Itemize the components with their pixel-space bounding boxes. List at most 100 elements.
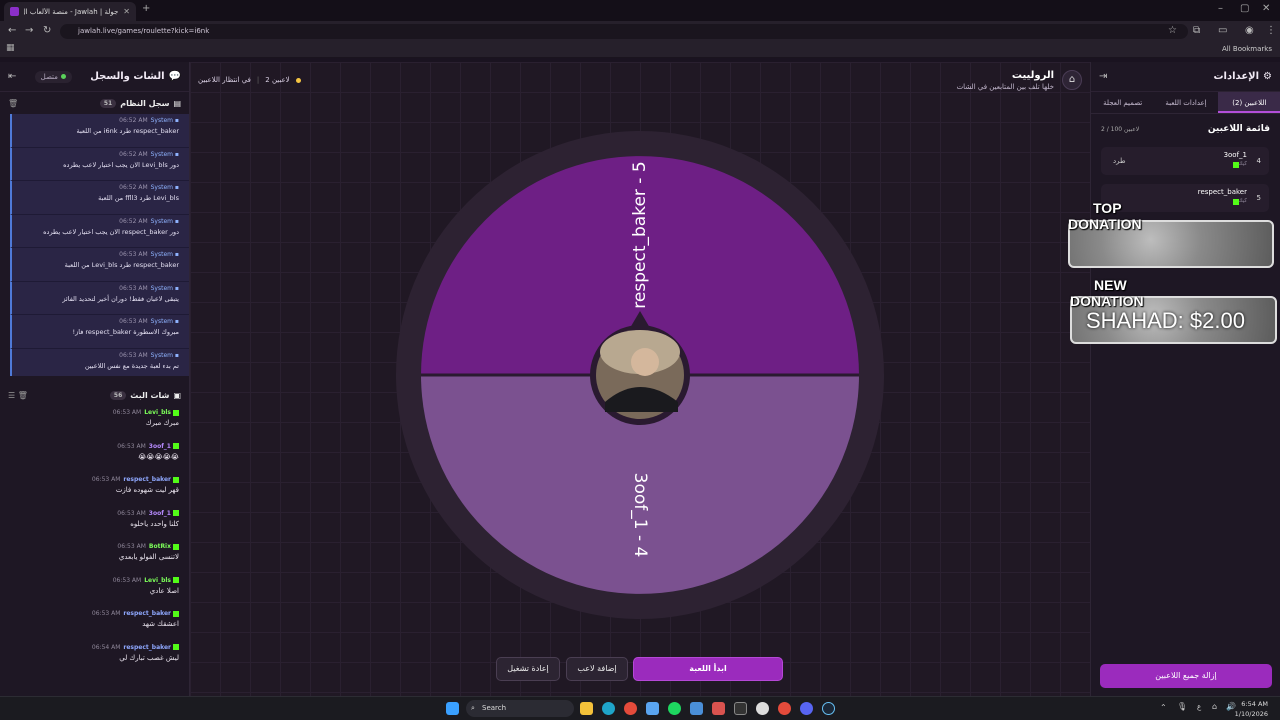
- kick-badge-icon: [173, 510, 179, 516]
- system-icon: ▪: [174, 184, 179, 191]
- player-row[interactable]: 5 respect_baker كيك: [1101, 184, 1269, 212]
- spotify-icon[interactable]: [668, 702, 681, 715]
- top-donation-label: TOP: [1093, 200, 1122, 216]
- settings-panel: ⇥ الإعدادات ⚙ اللاعبين (2) إعدادات اللعبة…: [1090, 62, 1280, 696]
- chat-time: 06:53 AM: [117, 442, 146, 450]
- tab-wheel-design[interactable]: تصميم العجلة: [1091, 92, 1154, 113]
- add-player-button[interactable]: إضافة لاعب: [566, 657, 628, 681]
- chat-message: 06:53 AM BotRix لاتنسى الفولو يابعدي: [10, 540, 179, 574]
- forward-icon[interactable]: →: [25, 25, 33, 36]
- browser-tab[interactable]: جولة | Jawlah - منصة الألعاب ال... ✕: [4, 2, 136, 21]
- trash-icon[interactable]: 🗑: [8, 99, 18, 108]
- system-log-item: 06:52 AM System ▪ Levi_bls طرد ffll3 من ال…: [10, 181, 189, 215]
- roulette-wheel[interactable]: respect_baker - 5 3oof_1 - 4: [190, 62, 1090, 696]
- obs-icon[interactable]: [756, 702, 769, 715]
- system-log-list[interactable]: 06:52 AM System ▪ respect_baker طرد i6nk م…: [0, 114, 189, 376]
- player-row[interactable]: 4 3oof_1 كيك طرد: [1101, 147, 1269, 175]
- minimize-icon[interactable]: –: [1218, 3, 1223, 14]
- chat-text: كلنا واحدد ياخلوه: [130, 519, 179, 528]
- tab-game-settings[interactable]: إعدادات اللعبة: [1154, 92, 1217, 113]
- menu-icon[interactable]: ⋮: [1266, 25, 1276, 36]
- chrome-icon[interactable]: [624, 702, 637, 715]
- maximize-icon[interactable]: ▢: [1240, 3, 1249, 14]
- collapse-left-icon[interactable]: ⇤: [8, 71, 16, 82]
- trash-icon[interactable]: 🗑: [18, 391, 28, 400]
- gear-icon: ⚙: [1263, 71, 1272, 82]
- chat-icon: 💬: [168, 71, 181, 82]
- kick-badge-icon: [173, 543, 179, 550]
- profile-icon[interactable]: ◉: [1245, 25, 1254, 36]
- live-chat-list[interactable]: 06:53 AM Levi_bls مبرك مبرك 06:53 AM 3oof_1 😭…: [0, 406, 189, 674]
- app-icon[interactable]: [690, 702, 703, 715]
- reload-icon[interactable]: ↻: [43, 25, 51, 36]
- tray-chevron-icon[interactable]: ⌃: [1160, 703, 1167, 712]
- close-window-icon[interactable]: ✕: [1262, 3, 1270, 14]
- kick-logo-icon: [1233, 162, 1239, 168]
- bookmark-star-icon[interactable]: ☆: [1168, 25, 1177, 36]
- chat-username[interactable]: respect_baker: [123, 610, 171, 617]
- apps-icon[interactable]: ▦: [6, 43, 15, 53]
- start-game-button[interactable]: ابدأ اللعبة: [633, 657, 783, 681]
- mic-icon[interactable]: 🎙: [1177, 702, 1187, 711]
- chat-log-panel: ⇤ متصل الشات والسجل 💬 🗑 51 سجل النظام ▤ 06:…: [0, 62, 190, 696]
- game-area: في انتظار اللاعبين | 2 لاعبين الرولييت خ…: [190, 62, 1090, 696]
- app-icon[interactable]: [712, 702, 725, 715]
- chat-username[interactable]: 3oof_1: [149, 443, 171, 450]
- list-icon[interactable]: ☰: [8, 391, 15, 400]
- steam-icon[interactable]: [822, 702, 835, 715]
- extensions-icon[interactable]: ⧉: [1193, 25, 1200, 36]
- kick-player-button[interactable]: طرد: [1113, 157, 1126, 165]
- collapse-right-icon[interactable]: ⇥: [1099, 71, 1107, 82]
- chat-message: 06:53 AM Levi_bls اصلا عادي: [10, 574, 179, 608]
- kick-badge-icon: [173, 610, 179, 617]
- edge-icon[interactable]: [602, 702, 615, 715]
- chat-message: 06:53 AM respect_baker قهر ليت شهوده فازت: [10, 473, 179, 507]
- chat-username[interactable]: BotRix: [149, 543, 171, 550]
- log-icon: ▤: [173, 98, 181, 108]
- chrome-icon[interactable]: [778, 702, 791, 715]
- log-message: تم بدء لعبة جديدة مع نفس اللاعبين: [84, 361, 179, 370]
- live-chat-count: 56: [109, 390, 127, 400]
- chat-username[interactable]: Levi_bls: [144, 409, 171, 416]
- file-explorer-icon[interactable]: [580, 702, 593, 715]
- chat-username[interactable]: 3oof_1: [149, 510, 171, 517]
- chat-username[interactable]: Levi_bls: [144, 577, 171, 584]
- tab-players[interactable]: اللاعبين (2): [1217, 92, 1280, 113]
- url-input[interactable]: jawlah.live/games/roulette?kick=i6nk: [60, 24, 1188, 39]
- live-chat-header: ☰ 🗑 56 شات البث ▣: [0, 384, 189, 406]
- taskbar: ⌕ Search ⌃ 🎙 ع ⌂ 🔊 6:54 AM 1/10/2026: [0, 696, 1280, 720]
- log-user: System: [150, 217, 173, 225]
- chat-message: 06:53 AM respect_baker اعشقك شهد: [10, 607, 179, 641]
- system-log-title: سجل النظام: [120, 98, 170, 108]
- settings-header: ⇥ الإعدادات ⚙: [1091, 62, 1280, 92]
- taskbar-search[interactable]: ⌕ Search: [466, 700, 574, 717]
- log-time: 06:52 AM: [119, 184, 148, 191]
- system-log-header: 🗑 51 سجل النظام ▤: [0, 92, 189, 114]
- back-icon[interactable]: ←: [8, 25, 16, 36]
- cast-icon[interactable]: ▭: [1218, 25, 1227, 36]
- log-user: System: [150, 251, 173, 258]
- new-tab-icon[interactable]: +: [142, 3, 150, 14]
- restart-button[interactable]: إعادة تشغيل: [496, 657, 560, 681]
- language-indicator[interactable]: ع: [1197, 703, 1201, 711]
- kick-badge-icon: [173, 443, 179, 449]
- discord-icon[interactable]: [800, 702, 813, 715]
- system-icon: ▪: [174, 318, 179, 325]
- new-donation-text: SHAHAD: $2.00: [1086, 308, 1245, 333]
- log-user: System: [150, 184, 173, 191]
- clear-all-players-button[interactable]: إزالة جميع اللاعبين: [1100, 664, 1272, 688]
- windows-start-icon[interactable]: [446, 702, 459, 715]
- log-message: مبروك الاسطورة respect_baker فاز!: [72, 328, 180, 336]
- network-icon[interactable]: ⌂: [1212, 702, 1217, 711]
- close-tab-icon[interactable]: ✕: [123, 7, 130, 16]
- terminal-icon[interactable]: [734, 702, 747, 715]
- taskbar-clock[interactable]: 6:54 AM 1/10/2026: [1235, 699, 1268, 719]
- log-user: System: [150, 284, 173, 292]
- kick-logo-icon: [1233, 199, 1239, 205]
- player-platform: كيك: [1238, 198, 1247, 204]
- all-bookmarks[interactable]: All Bookmarks: [1222, 45, 1272, 53]
- chat-username[interactable]: respect_baker: [123, 476, 171, 483]
- chat-username[interactable]: respect_baker: [123, 644, 171, 651]
- chat-message: 06:54 AM respect_baker ليش غصب تبارك لي: [10, 641, 179, 675]
- store-icon[interactable]: [646, 702, 659, 715]
